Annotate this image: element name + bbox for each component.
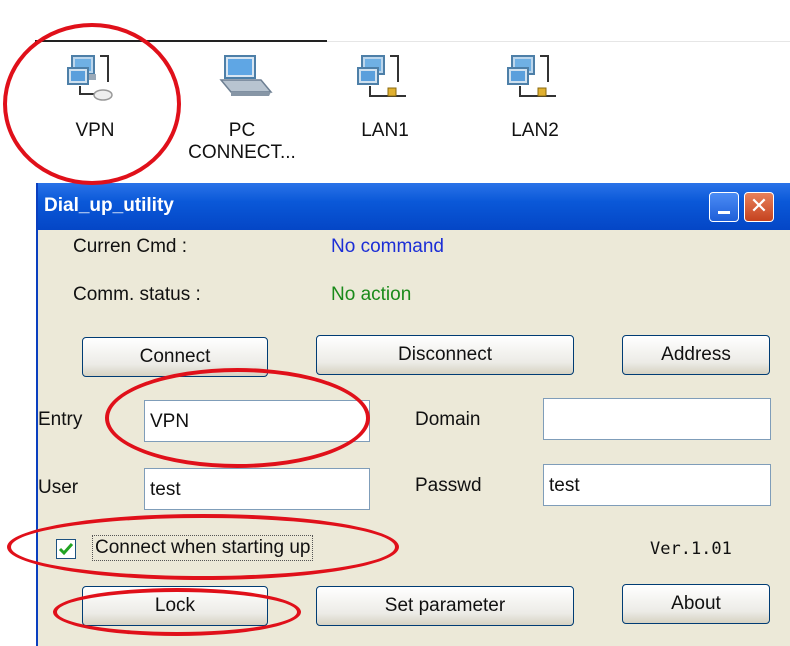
desktop-icon-lan2[interactable]: LAN2 bbox=[480, 52, 590, 142]
minimize-button[interactable] bbox=[709, 192, 739, 222]
desktop-icon-label: LAN2 bbox=[511, 120, 559, 141]
window-title: Dial_up_utility bbox=[44, 195, 174, 216]
close-button[interactable]: ✕ bbox=[744, 192, 774, 222]
desktop-icon-lan1[interactable]: LAN1 bbox=[330, 52, 440, 142]
entry-label: Entry bbox=[38, 409, 83, 430]
current-cmd-value: No command bbox=[331, 236, 444, 257]
direct-connection-icon bbox=[219, 55, 273, 96]
close-icon: ✕ bbox=[749, 193, 769, 218]
minimize-icon bbox=[718, 211, 730, 214]
desktop-icon-label: PC CONNECT... bbox=[188, 120, 296, 163]
annotation-ellipse-lock bbox=[53, 588, 301, 636]
desktop-icon-pc-connect[interactable]: PC CONNECT... bbox=[187, 52, 297, 164]
version-label: Ver.1.01 bbox=[650, 539, 732, 559]
title-bar[interactable]: Dial_up_utility ✕ bbox=[38, 183, 790, 230]
desktop-divider-light bbox=[327, 41, 790, 42]
address-button[interactable]: Address bbox=[622, 335, 770, 375]
annotation-circle-vpn-icon bbox=[3, 23, 181, 185]
lan-connection-icon bbox=[507, 55, 556, 97]
desktop-icon-label: LAN1 bbox=[361, 120, 409, 141]
about-button[interactable]: About bbox=[622, 584, 770, 624]
current-cmd-label: Curren Cmd : bbox=[73, 236, 188, 257]
user-input[interactable]: test bbox=[144, 468, 370, 510]
domain-label: Domain bbox=[415, 409, 481, 430]
domain-input[interactable] bbox=[543, 398, 771, 440]
comm-status-label: Comm. status : bbox=[73, 284, 201, 305]
passwd-label: Passwd bbox=[415, 475, 482, 496]
set-parameter-button[interactable]: Set parameter bbox=[316, 586, 574, 626]
passwd-input[interactable]: test bbox=[543, 464, 771, 506]
disconnect-button[interactable]: Disconnect bbox=[316, 335, 574, 375]
user-label: User bbox=[38, 477, 79, 498]
annotation-ellipse-checkbox bbox=[7, 514, 399, 580]
lan-connection-icon bbox=[357, 55, 406, 97]
annotation-ellipse-entry bbox=[105, 368, 370, 468]
comm-status-value: No action bbox=[331, 284, 412, 305]
